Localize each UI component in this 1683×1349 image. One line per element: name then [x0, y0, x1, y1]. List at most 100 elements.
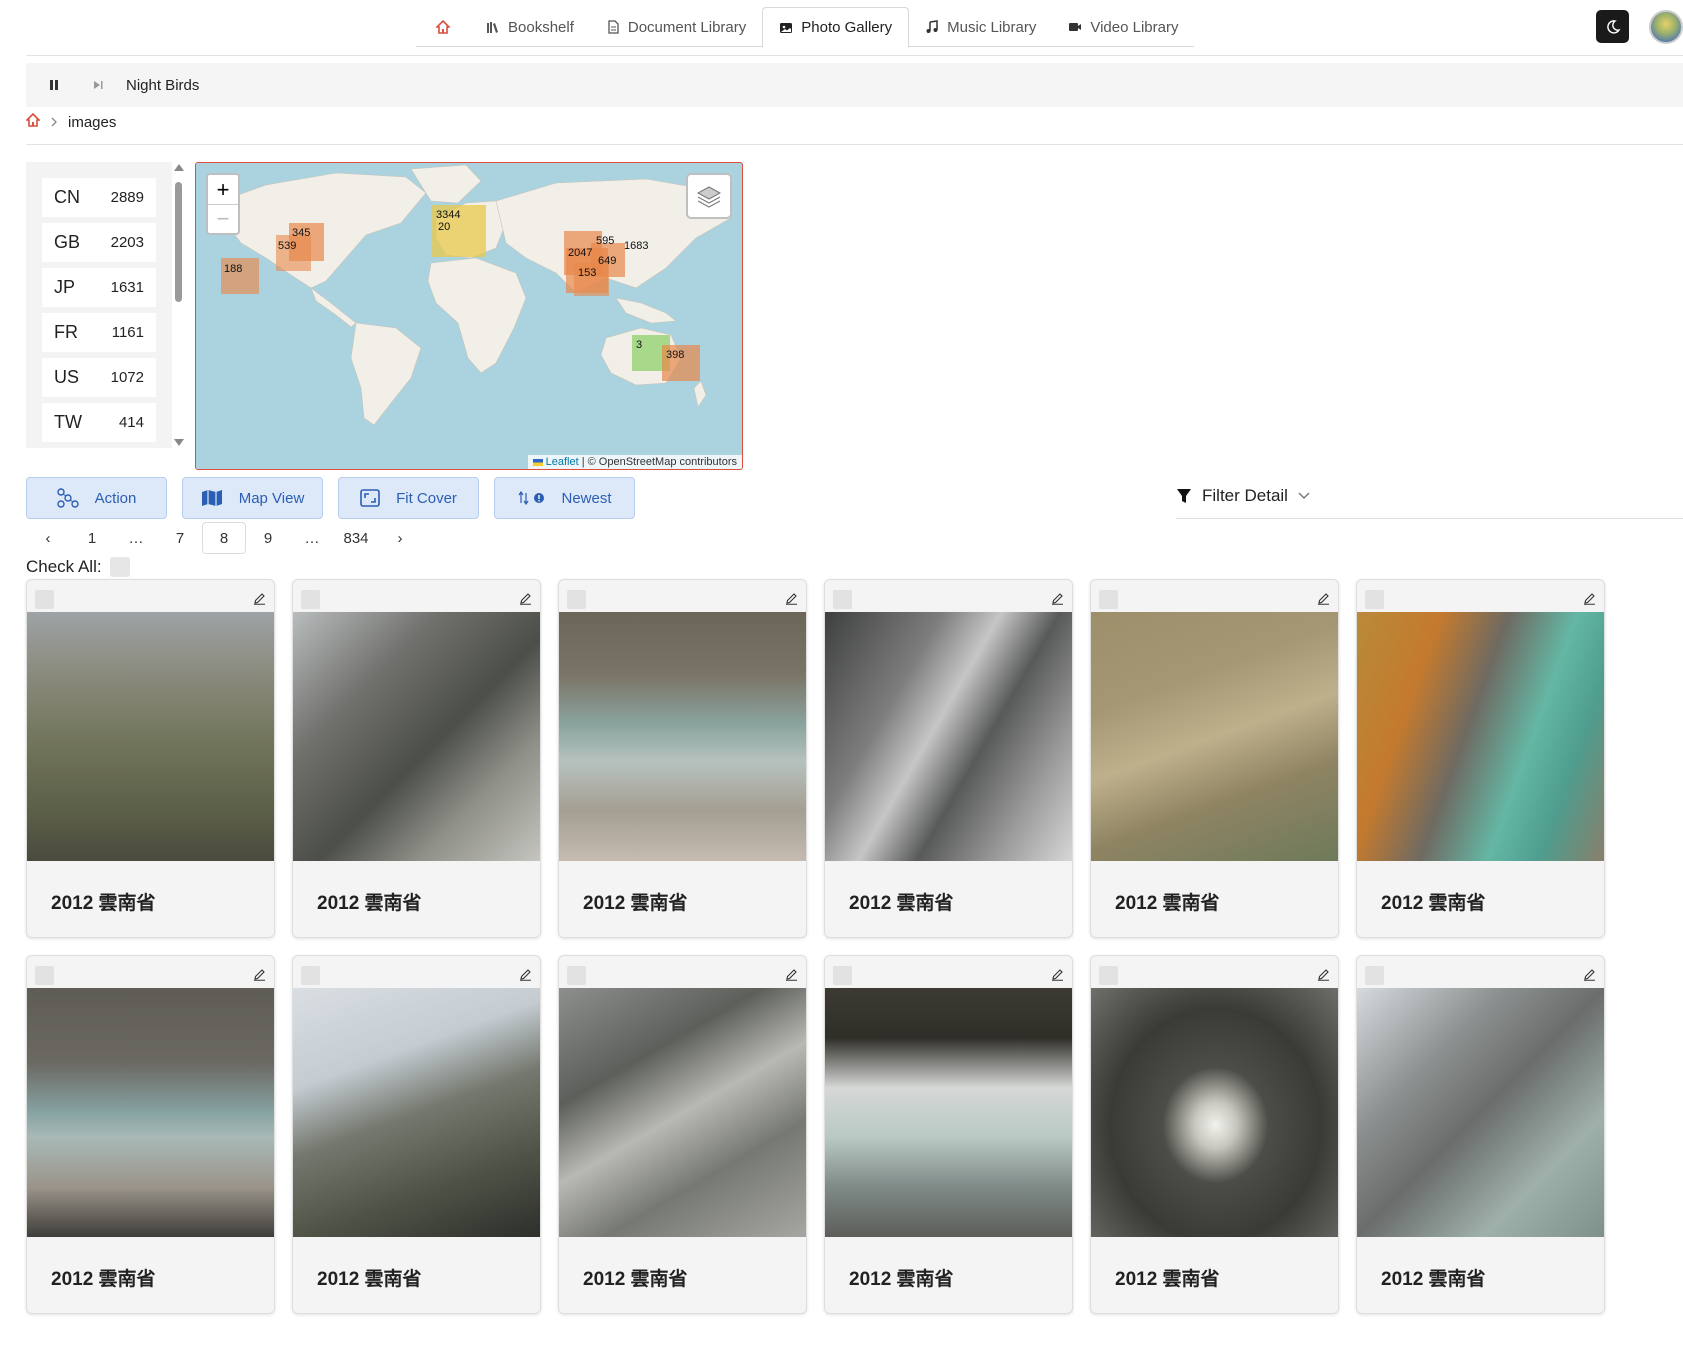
map-cluster-label[interactable]: 1683 [624, 240, 648, 252]
photo-checkbox[interactable] [833, 590, 852, 609]
photo-checkbox[interactable] [567, 966, 586, 985]
map-cluster-label[interactable]: 153 [578, 267, 596, 279]
photo-thumbnail[interactable] [27, 988, 274, 1237]
tab-document-library[interactable]: Document Library [590, 7, 762, 47]
photo-thumbnail[interactable] [1091, 988, 1338, 1237]
page-button[interactable]: 9 [246, 522, 290, 554]
action-button[interactable]: Action [26, 477, 167, 519]
map-cluster-label[interactable]: 20 [438, 221, 450, 233]
photo-checkbox[interactable] [1099, 590, 1118, 609]
scroll-up-arrow-icon[interactable] [174, 164, 184, 171]
tab-home[interactable] [416, 7, 470, 47]
photo-checkbox[interactable] [567, 590, 586, 609]
page-ellipsis[interactable]: … [290, 522, 334, 554]
photo-thumbnail[interactable] [825, 988, 1072, 1237]
tab-video-library[interactable]: Video Library [1052, 7, 1194, 47]
map-cluster-label[interactable]: 649 [598, 255, 616, 267]
edit-button[interactable] [253, 968, 266, 986]
photo-card[interactable]: 2012 雲南省 [1090, 579, 1339, 938]
photo-thumbnail[interactable] [293, 988, 540, 1237]
photo-thumbnail[interactable] [559, 988, 806, 1237]
photo-card[interactable]: 2012 雲南省 [26, 579, 275, 938]
photo-card[interactable]: 2012 雲南省 [824, 955, 1073, 1314]
next-page-button[interactable]: › [378, 522, 422, 554]
theme-toggle-button[interactable] [1596, 10, 1629, 43]
page-ellipsis[interactable]: … [114, 522, 158, 554]
edit-button[interactable] [1317, 968, 1330, 986]
map-cluster-label[interactable]: 345 [292, 227, 310, 239]
tab-bookshelf[interactable]: Bookshelf [470, 7, 590, 47]
map-cluster-label[interactable]: 3344 [436, 209, 460, 221]
photo-card[interactable]: 2012 雲南省 [558, 579, 807, 938]
page-button[interactable]: 1 [70, 522, 114, 554]
map-cluster-label[interactable]: 595 [596, 235, 614, 247]
edit-button[interactable] [1051, 592, 1064, 610]
page-button-current[interactable]: 8 [202, 522, 246, 554]
photo-checkbox[interactable] [1365, 590, 1384, 609]
photo-thumbnail[interactable] [1091, 612, 1338, 861]
photo-card[interactable]: 2012 雲南省 [292, 955, 541, 1314]
photo-checkbox[interactable] [1365, 966, 1384, 985]
photo-card[interactable]: 2012 雲南省 [558, 955, 807, 1314]
pause-button[interactable] [38, 79, 70, 91]
map-cluster-label[interactable]: 3 [636, 339, 642, 351]
country-item[interactable]: FR 1161 [42, 313, 156, 355]
page-button[interactable]: 7 [158, 522, 202, 554]
avatar[interactable] [1649, 10, 1683, 44]
sort-newest-button[interactable]: Newest [494, 477, 635, 519]
edit-button[interactable] [1583, 968, 1596, 986]
photo-thumbnail[interactable] [1357, 612, 1604, 861]
edit-button[interactable] [519, 592, 532, 610]
photo-checkbox[interactable] [833, 966, 852, 985]
photo-checkbox[interactable] [1099, 966, 1118, 985]
photo-thumbnail[interactable] [1357, 988, 1604, 1237]
photo-card[interactable]: 2012 雲南省 [824, 579, 1073, 938]
tab-photo-gallery[interactable]: Photo Gallery [762, 7, 910, 48]
country-item[interactable]: US 1072 [42, 358, 156, 400]
breadcrumb-home-link[interactable] [25, 112, 41, 131]
edit-button[interactable] [1051, 968, 1064, 986]
edit-button[interactable] [785, 968, 798, 986]
zoom-in-button[interactable]: + [208, 175, 238, 204]
zoom-out-button[interactable]: − [208, 204, 238, 233]
map-cluster-label[interactable]: 398 [666, 349, 684, 361]
photo-checkbox[interactable] [301, 966, 320, 985]
tab-music-library[interactable]: Music Library [909, 7, 1052, 47]
country-list-scrollbar[interactable] [172, 162, 186, 448]
edit-button[interactable] [519, 968, 532, 986]
next-track-button[interactable] [82, 79, 114, 91]
leaflet-link[interactable]: Leaflet [546, 456, 579, 468]
prev-page-button[interactable]: ‹ [26, 522, 70, 554]
country-item[interactable]: JP 1631 [42, 268, 156, 310]
photo-checkbox[interactable] [301, 590, 320, 609]
edit-button[interactable] [785, 592, 798, 610]
edit-button[interactable] [1317, 592, 1330, 610]
country-item[interactable]: TW 414 [42, 403, 156, 445]
fit-cover-button[interactable]: Fit Cover [338, 477, 479, 519]
photo-thumbnail[interactable] [559, 612, 806, 861]
photo-checkbox[interactable] [35, 966, 54, 985]
filter-detail-toggle[interactable]: Filter Detail [1176, 486, 1310, 506]
page-button[interactable]: 834 [334, 522, 378, 554]
photo-card[interactable]: 2012 雲南省 [1356, 579, 1605, 938]
map-cluster-label[interactable]: 539 [278, 240, 296, 252]
photo-card[interactable]: 2012 雲南省 [26, 955, 275, 1314]
map-cluster-label[interactable]: 2047 [568, 247, 592, 259]
map-cluster-label[interactable]: 188 [224, 263, 242, 275]
photo-card[interactable]: 2012 雲南省 [1090, 955, 1339, 1314]
photo-card[interactable]: 2012 雲南省 [1356, 955, 1605, 1314]
edit-button[interactable] [1583, 592, 1596, 610]
photo-thumbnail[interactable] [825, 612, 1072, 861]
check-all-checkbox[interactable] [109, 557, 130, 577]
map-view-button[interactable]: Map View [182, 477, 323, 519]
photo-card[interactable]: 2012 雲南省 [292, 579, 541, 938]
scrollbar-thumb[interactable] [175, 182, 182, 302]
country-item[interactable]: GB 2203 [42, 223, 156, 265]
photo-location-map[interactable]: 345 539 188 3344 20 595 1683 2047 649 15… [195, 162, 743, 470]
scroll-down-arrow-icon[interactable] [174, 439, 184, 446]
map-layers-button[interactable] [686, 173, 732, 219]
photo-thumbnail[interactable] [293, 612, 540, 861]
photo-thumbnail[interactable] [27, 612, 274, 861]
photo-checkbox[interactable] [35, 590, 54, 609]
edit-button[interactable] [253, 592, 266, 610]
